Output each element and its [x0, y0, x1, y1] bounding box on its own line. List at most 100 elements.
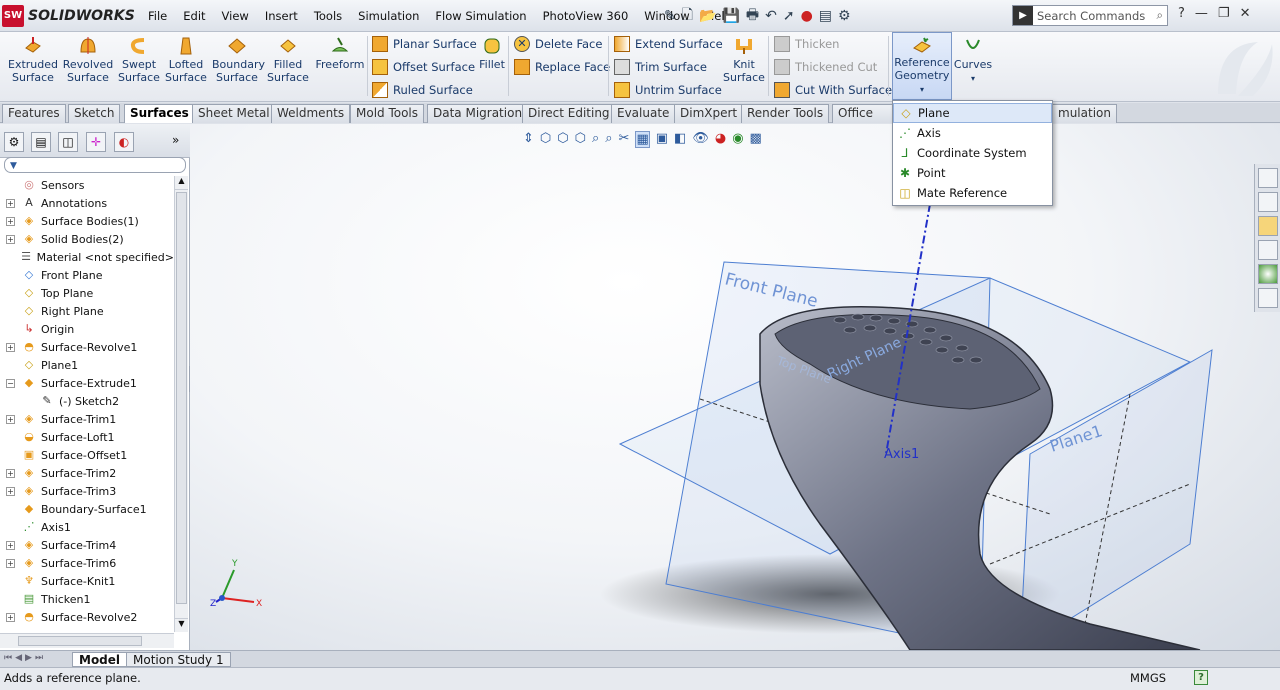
- boundary-surface-button[interactable]: Boundary Surface: [212, 36, 265, 84]
- tree-item[interactable]: ◇ Top Plane: [0, 284, 174, 302]
- tree-item[interactable]: + ◓ Surface-Revolve2: [0, 608, 174, 626]
- tree-item[interactable]: + ◈ Surface-Trim4: [0, 536, 174, 554]
- menu-simulation[interactable]: Simulation: [350, 8, 427, 24]
- tree-item[interactable]: + ◈ Solid Bodies(2): [0, 230, 174, 248]
- tree-item[interactable]: ♆ Surface-Knit1: [0, 572, 174, 590]
- extend-surface-button[interactable]: Extend Surface: [614, 35, 723, 53]
- tab-render-tools[interactable]: Render Tools: [741, 104, 830, 123]
- scroll-up-icon[interactable]: ▲: [175, 176, 188, 190]
- new-document-icon[interactable]: 🗋: [682, 4, 693, 28]
- fillet-button[interactable]: Fillet: [478, 36, 506, 71]
- untrim-surface-button[interactable]: Untrim Surface: [614, 81, 722, 99]
- tree-item[interactable]: ◆ Boundary-Surface1: [0, 500, 174, 518]
- expand-icon[interactable]: +: [6, 234, 15, 244]
- search-commands[interactable]: ▶ Search Commands ⌕: [1012, 5, 1168, 26]
- curves-button[interactable]: Curves ▾: [953, 36, 993, 85]
- expand-icon[interactable]: +: [6, 468, 15, 478]
- expand-icon[interactable]: +: [6, 414, 15, 424]
- expand-icon[interactable]: +: [6, 540, 15, 550]
- display-manager-tab-icon[interactable]: ◐: [114, 132, 134, 152]
- undo-icon[interactable]: ↶: [765, 8, 777, 24]
- ruled-surface-button[interactable]: Ruled Surface: [372, 81, 473, 99]
- tree-item[interactable]: ◒ Surface-Loft1: [0, 428, 174, 446]
- tab-scroll-arrows-icon[interactable]: ⏮◀▶⏭: [4, 653, 46, 663]
- graphics-area[interactable]: ⇕ ⬡ ⬡ ⬡ ⌕ ⌕ ✂ ▦ ▣ ◧ 👁 ◕ ◉ ▩ ▯ ▯ — ❐ ✕: [190, 124, 1280, 650]
- menu-view[interactable]: View: [214, 8, 257, 24]
- extruded-surface-button[interactable]: Extruded Surface: [8, 36, 58, 84]
- chevron-down-icon[interactable]: ▾: [971, 74, 975, 83]
- restore-icon[interactable]: ❐: [1218, 6, 1230, 21]
- tab-dimxpert[interactable]: DimXpert: [674, 104, 744, 123]
- dropdown-item-coordinate-system[interactable]: ⅃ Coordinate System: [893, 143, 1052, 163]
- tree-item[interactable]: + ◈ Surface-Trim1: [0, 410, 174, 428]
- help-icon[interactable]: ?: [1178, 6, 1185, 21]
- search-input[interactable]: Search Commands: [1037, 9, 1145, 23]
- tree-item[interactable]: + ◓ Surface-Revolve1: [0, 338, 174, 356]
- tab-direct-editing[interactable]: Direct Editing: [522, 104, 616, 123]
- tree-item[interactable]: ✎ (-) Sketch2: [0, 392, 174, 410]
- open-icon[interactable]: 📂: [699, 8, 716, 24]
- tree-item[interactable]: + A Annotations: [0, 194, 174, 212]
- tree-horizontal-scrollbar[interactable]: [0, 633, 174, 648]
- reference-geometry-button[interactable]: Reference Geometry ▾: [892, 32, 952, 100]
- menu-flow-simulation[interactable]: Flow Simulation: [427, 8, 534, 24]
- design-library-icon[interactable]: [1258, 192, 1278, 212]
- tree-item[interactable]: ◇ Right Plane: [0, 302, 174, 320]
- dropdown-item-axis[interactable]: ⋰ Axis: [893, 123, 1052, 143]
- app-logo[interactable]: SW SOLIDWORKS: [2, 4, 135, 28]
- units-indicator[interactable]: MMGS: [1130, 671, 1166, 685]
- hscroll-thumb[interactable]: [18, 636, 142, 646]
- tab-motion-study-1[interactable]: Motion Study 1: [126, 652, 231, 667]
- tab-office-products[interactable]: Office Pro: [832, 104, 894, 123]
- model-scene[interactable]: Front Plane Right Plane Top Plane Plane1…: [190, 124, 1280, 650]
- thickened-cut-button[interactable]: Thickened Cut: [774, 58, 877, 76]
- expand-icon[interactable]: +: [6, 216, 15, 226]
- expand-icon[interactable]: +: [6, 486, 15, 496]
- tree-filter-input[interactable]: ▼: [4, 157, 186, 173]
- menu-insert[interactable]: Insert: [257, 8, 306, 24]
- appearances-icon[interactable]: [1258, 264, 1278, 284]
- tree-item[interactable]: ▤ Thicken1: [0, 590, 174, 608]
- menu-edit[interactable]: Edit: [175, 8, 213, 24]
- search-scope-icon[interactable]: ▶: [1013, 6, 1033, 25]
- tree-item[interactable]: ☰ Material <not specified>: [0, 248, 174, 266]
- tree-item[interactable]: ⋰ Axis1: [0, 518, 174, 536]
- tab-sketch[interactable]: Sketch: [68, 104, 121, 123]
- file-properties-icon[interactable]: ▤: [819, 8, 832, 24]
- tree-item[interactable]: ▣ Surface-Offset1: [0, 446, 174, 464]
- tree-item[interactable]: + ◈ Surface-Trim2: [0, 464, 174, 482]
- reference-triad[interactable]: Y X Z: [210, 559, 262, 609]
- offset-surface-button[interactable]: Offset Surface: [372, 58, 475, 76]
- close-icon[interactable]: ✕: [1240, 6, 1251, 21]
- save-icon[interactable]: 💾: [722, 8, 739, 24]
- thicken-button[interactable]: Thicken: [774, 35, 839, 53]
- dimxpert-manager-tab-icon[interactable]: ✛: [86, 132, 106, 152]
- collapse-icon[interactable]: −: [6, 378, 15, 388]
- filled-surface-button[interactable]: Filled Surface: [266, 36, 310, 84]
- tree-vertical-scrollbar[interactable]: ▲ ▼: [174, 176, 188, 632]
- cut-with-surface-button[interactable]: Cut With Surface: [774, 81, 892, 99]
- menu-tools[interactable]: Tools: [306, 8, 350, 24]
- revolved-surface-button[interactable]: Revolved Surface: [62, 36, 114, 84]
- expand-icon[interactable]: +: [6, 198, 15, 208]
- tab-features[interactable]: Features: [2, 104, 66, 123]
- knit-surface-button[interactable]: Knit Surface: [722, 36, 766, 84]
- expand-icon[interactable]: +: [6, 612, 15, 622]
- tab-evaluate[interactable]: Evaluate: [611, 104, 676, 123]
- tree-item[interactable]: + ◈ Surface Bodies(1): [0, 212, 174, 230]
- dropdown-item-plane[interactable]: ◇ Plane: [893, 103, 1052, 123]
- solidworks-resources-icon[interactable]: [1258, 168, 1278, 188]
- tree-item[interactable]: ◇ Plane1: [0, 356, 174, 374]
- dropdown-item-point[interactable]: ✱ Point: [893, 163, 1052, 183]
- expand-panel-icon[interactable]: »: [172, 133, 179, 147]
- property-manager-tab-icon[interactable]: ▤: [31, 132, 51, 152]
- scroll-thumb[interactable]: [176, 192, 187, 604]
- rebuild-icon[interactable]: ●: [801, 8, 813, 24]
- tree-item[interactable]: ◎ Sensors: [0, 176, 174, 194]
- tree-item[interactable]: + ◈ Surface-Trim3: [0, 482, 174, 500]
- menu-photoview[interactable]: PhotoView 360: [535, 8, 637, 24]
- expand-icon[interactable]: +: [6, 342, 15, 352]
- tab-surfaces[interactable]: Surfaces: [124, 104, 195, 123]
- tab-data-migration[interactable]: Data Migration: [427, 104, 529, 123]
- scroll-down-icon[interactable]: ▼: [175, 618, 188, 632]
